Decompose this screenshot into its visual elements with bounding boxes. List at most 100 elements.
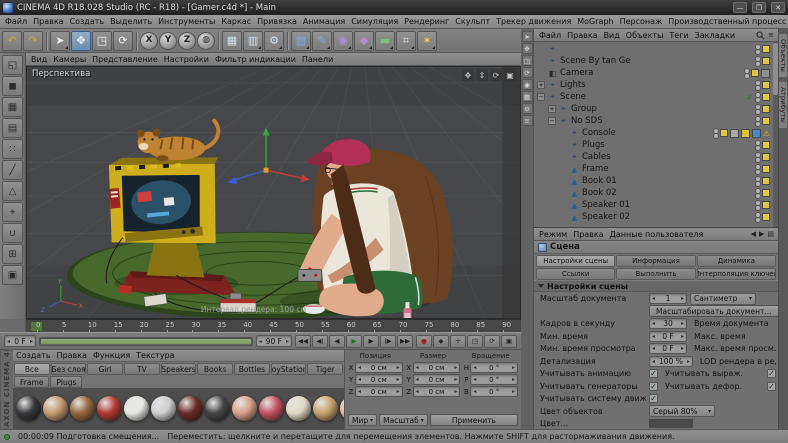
material-swatch[interactable] bbox=[313, 396, 338, 421]
object-row[interactable]: ▲Frame bbox=[535, 163, 772, 175]
apply-button[interactable]: Применить bbox=[430, 414, 518, 426]
spin-right-icon[interactable]: ▸ bbox=[511, 388, 516, 395]
dock-move-button[interactable]: ✥ bbox=[522, 43, 533, 54]
add-spline-button[interactable]: ✎ bbox=[312, 31, 332, 51]
visibility-dots[interactable] bbox=[755, 188, 760, 199]
material-tab-joystation[interactable]: JoyStation bbox=[271, 363, 307, 375]
spin-right-icon[interactable]: ▸ bbox=[511, 376, 516, 383]
dock-layers-button[interactable]: ≡ bbox=[522, 115, 533, 126]
menu-производственный-процесс[interactable]: Производственный процесс bbox=[665, 15, 788, 28]
add-light-button[interactable]: ✶ bbox=[417, 31, 437, 51]
viewport[interactable]: X Y Z Перспектива ✥⇕⟳▣ Интервал рендера:… bbox=[26, 66, 521, 319]
materials-menu-правка[interactable]: Правка bbox=[54, 350, 90, 361]
spin-right-icon[interactable]: ▸ bbox=[285, 338, 290, 345]
attributes-menu-режим[interactable]: Режим bbox=[536, 228, 570, 240]
right-checkbox[interactable]: ✓ bbox=[767, 382, 776, 391]
coordinate-вращение-h-input[interactable]: ◂0 °▸ bbox=[470, 362, 518, 373]
visibility-dots[interactable] bbox=[755, 152, 760, 163]
viewport-3d-scene[interactable]: X Y Z bbox=[27, 67, 520, 318]
учитывать-систему-движения-checkbox[interactable]: ✓ bbox=[649, 394, 658, 403]
visibility-dots[interactable] bbox=[755, 116, 760, 127]
material-swatch[interactable] bbox=[286, 396, 311, 421]
zoom-view-button[interactable]: ⇕ bbox=[476, 69, 488, 81]
attribute-tab-ссылки[interactable]: Ссылки bbox=[536, 268, 615, 280]
edges-mode-button[interactable]: ╱ bbox=[2, 160, 23, 180]
menu-трекер-движения[interactable]: Трекер движения bbox=[493, 15, 574, 28]
points-mode-button[interactable]: ∷ bbox=[2, 139, 23, 159]
layer-color-chip[interactable] bbox=[762, 153, 770, 161]
prev-key-button[interactable]: ◀| bbox=[312, 335, 328, 348]
object-row[interactable]: ▲Speaker 01 bbox=[535, 199, 772, 211]
coordinate-размер-z-input[interactable]: ◂0 см▸ bbox=[413, 386, 461, 397]
material-tab-tv[interactable]: TV bbox=[124, 363, 160, 375]
dock-settings-button[interactable]: ⚙ bbox=[522, 103, 533, 114]
spin-right-icon[interactable]: ▸ bbox=[511, 364, 516, 371]
rotate-button[interactable]: ⟳ bbox=[113, 31, 133, 51]
menu-правка[interactable]: Правка bbox=[30, 15, 66, 28]
current-frame-field[interactable]: ◂0 F▸ bbox=[4, 335, 36, 347]
history-back-icon[interactable]: ◀ bbox=[751, 230, 756, 238]
масштаб-документа-input[interactable]: ◂1▸ bbox=[649, 293, 687, 304]
prev-frame-button[interactable]: ◀ bbox=[329, 335, 345, 348]
tv-stand[interactable] bbox=[147, 242, 205, 278]
panel-tab-атрибуты[interactable]: Атрибуты bbox=[779, 81, 788, 129]
menu-привязка[interactable]: Привязка bbox=[254, 15, 300, 28]
object-row[interactable]: ◧Camera bbox=[535, 67, 772, 79]
enable-axis-mode-button[interactable]: ⌖ bbox=[2, 202, 23, 222]
material-swatch[interactable] bbox=[97, 396, 122, 421]
object-row[interactable]: −⌖Scene✓ bbox=[535, 91, 772, 103]
make-editable-button[interactable]: ◱ bbox=[2, 55, 23, 75]
polygons-mode-button[interactable]: △ bbox=[2, 181, 23, 201]
plus-expander-icon[interactable]: + bbox=[548, 105, 556, 113]
tv-object[interactable] bbox=[104, 149, 225, 252]
model-mode-button[interactable]: ◼ bbox=[2, 76, 23, 96]
play-button[interactable]: ▶ bbox=[346, 335, 362, 348]
plus-expander-icon[interactable]: + bbox=[537, 81, 545, 89]
materials-menu-текстура[interactable]: Текстура bbox=[133, 350, 177, 361]
object-row[interactable]: −⌖No SDS bbox=[535, 115, 772, 127]
object-row[interactable]: ⌖Cables bbox=[535, 151, 772, 163]
spin-right-icon[interactable]: ▸ bbox=[680, 333, 685, 340]
viewport-menu-фильтр-индикации[interactable]: Фильтр индикации bbox=[212, 53, 299, 65]
кадров-в-секунду-input[interactable]: ◂30▸ bbox=[649, 318, 687, 329]
dock-select-button[interactable]: ➤ bbox=[522, 31, 533, 42]
tag-icon[interactable] bbox=[730, 129, 739, 138]
rotate-view-button[interactable]: ⟳ bbox=[490, 69, 502, 81]
record-position-button[interactable]: ✛ bbox=[450, 335, 466, 348]
spin-right-icon[interactable]: ▸ bbox=[453, 364, 458, 371]
dock-scale-button[interactable]: ◳ bbox=[522, 55, 533, 66]
menu-создать[interactable]: Создать bbox=[67, 15, 108, 28]
layer-color-chip[interactable] bbox=[762, 201, 770, 209]
layer-color-chip[interactable] bbox=[762, 141, 770, 149]
history-forward-icon[interactable]: ▶ bbox=[759, 230, 764, 238]
minus-expander-icon[interactable]: − bbox=[537, 93, 545, 101]
record-keyframe-button[interactable]: ● bbox=[416, 335, 432, 348]
coordinate-вращение-p-input[interactable]: ◂0 °▸ bbox=[470, 374, 518, 385]
layer-color-chip[interactable] bbox=[762, 105, 770, 113]
add-deformer-button[interactable]: ◆ bbox=[354, 31, 374, 51]
object-manager-menu-закладки[interactable]: Закладки bbox=[692, 29, 738, 41]
object-row[interactable]: ▲Book 02 bbox=[535, 187, 772, 199]
visibility-dots[interactable] bbox=[755, 104, 760, 115]
live-selection-button[interactable]: ➤ bbox=[50, 31, 70, 51]
coordinate-позиция-y-input[interactable]: ◂0 см▸ bbox=[355, 374, 403, 385]
spin-right-icon[interactable]: ▸ bbox=[680, 345, 685, 352]
spin-right-icon[interactable]: ▸ bbox=[396, 388, 401, 395]
material-swatch[interactable] bbox=[124, 396, 149, 421]
object-row[interactable]: ⌖Console⚠ bbox=[535, 127, 772, 139]
coordinate-вращение-b-input[interactable]: ◂0 °▸ bbox=[470, 386, 518, 397]
workplane-lock-button[interactable]: ⊞ bbox=[2, 244, 23, 264]
menu-персонаж[interactable]: Персонаж bbox=[617, 15, 666, 28]
material-swatch[interactable] bbox=[151, 396, 176, 421]
coordinate-размер-y-input[interactable]: ◂0 см▸ bbox=[413, 374, 461, 385]
world-system-dropdown[interactable]: Мир▾ bbox=[348, 414, 377, 426]
enabled-check-icon[interactable]: ✓ bbox=[746, 93, 753, 102]
toggle-view-button[interactable]: ▣ bbox=[504, 69, 516, 81]
visibility-dots[interactable] bbox=[755, 176, 760, 187]
render-view-button[interactable]: ▦ bbox=[222, 31, 242, 51]
menu-выделить[interactable]: Выделить bbox=[107, 15, 155, 28]
lock-x-axis-button[interactable]: X bbox=[140, 32, 158, 50]
scale-mode-dropdown[interactable]: Масштаб▾ bbox=[379, 414, 428, 426]
filter-menu-icon[interactable]: ≡ bbox=[768, 31, 774, 39]
materials-menu-создать[interactable]: Создать bbox=[13, 350, 54, 361]
